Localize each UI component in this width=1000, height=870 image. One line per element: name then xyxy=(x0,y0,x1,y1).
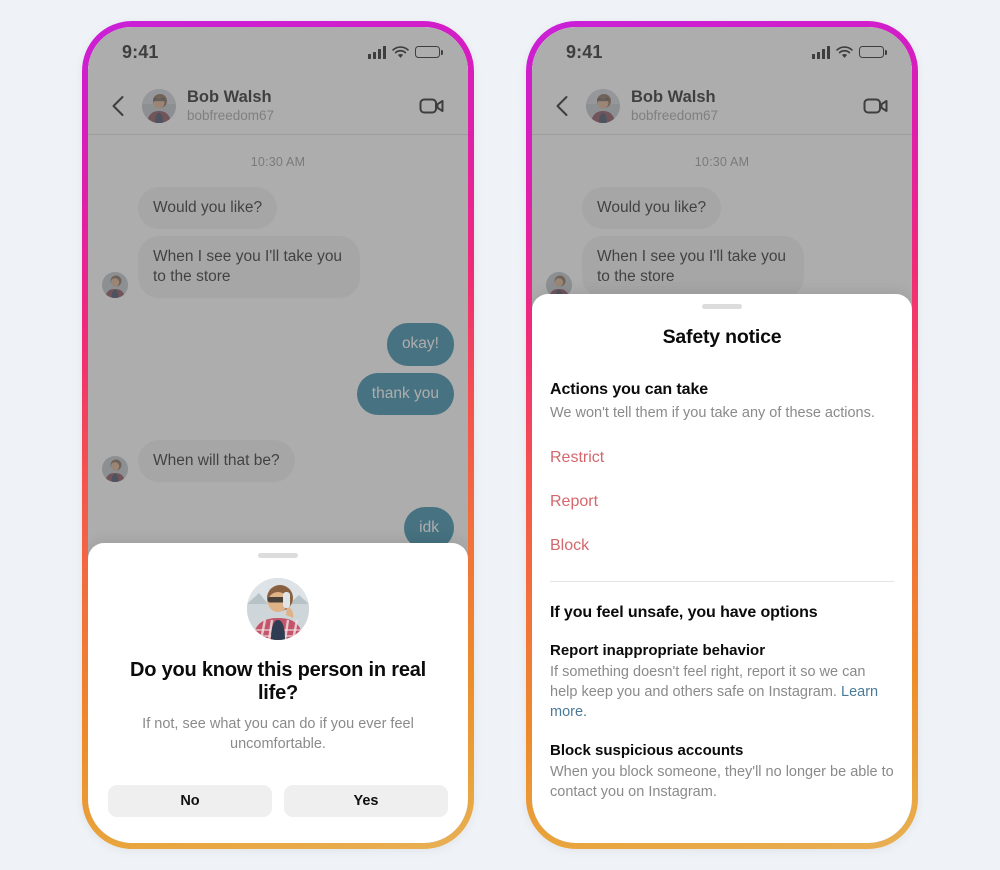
message-row: Would you like? xyxy=(102,187,454,230)
know-person-title: Do you know this person in real life? xyxy=(129,658,427,704)
status-bar-icons xyxy=(368,45,443,59)
know-person-actions: No Yes xyxy=(108,785,448,817)
actions-section-heading: Actions you can take xyxy=(550,381,709,398)
message-timestamp: 10:30 AM xyxy=(250,155,306,169)
message-group-gap xyxy=(102,489,454,507)
safety-notice-title: Safety notice xyxy=(662,326,782,348)
restrict-action[interactable]: Restrict xyxy=(550,449,894,467)
message-bubble-outgoing[interactable]: thank you xyxy=(356,372,454,415)
safety-notice-sheet: Safety notice Actions you can take We wo… xyxy=(532,294,912,843)
message-bubble-outgoing[interactable]: okay! xyxy=(386,323,454,366)
actions-section: Actions you can take We won't tell them … xyxy=(550,381,894,555)
contact-identity: Bob Walsh bobfreedom67 xyxy=(631,88,862,123)
know-person-subtitle: If not, see what you can do if you ever … xyxy=(142,715,414,753)
status-bar: 9:41 xyxy=(88,27,468,77)
message-timestamp: 10:30 AM xyxy=(694,155,750,169)
message-bubble-incoming[interactable]: Would you like? xyxy=(582,187,722,230)
conversation-header: Bob Walsh bobfreedom67 xyxy=(532,77,912,135)
option-title: Block suspicious accounts xyxy=(550,742,744,759)
message-row: When will that be? xyxy=(102,439,454,482)
message-row: thank you xyxy=(102,372,454,415)
no-button[interactable]: No xyxy=(108,785,272,817)
contact-name: Bob Walsh xyxy=(187,88,272,107)
wifi-icon xyxy=(836,45,853,58)
option-body-text: If something doesn't feel right, report … xyxy=(550,664,866,700)
block-action[interactable]: Block xyxy=(550,537,894,555)
know-person-sheet: Do you know this person in real life? If… xyxy=(88,542,468,843)
battery-full-icon xyxy=(415,46,443,58)
message-bubble-incoming[interactable]: When will that be? xyxy=(138,439,295,482)
contact-identity: Bob Walsh bobfreedom67 xyxy=(187,88,418,123)
message-row: When I see you I'll take you to the stor… xyxy=(546,236,898,299)
cellular-signal-icon xyxy=(812,45,830,59)
message-row: okay! xyxy=(102,323,454,366)
message-row: When I see you I'll take you to the stor… xyxy=(102,236,454,299)
message-bubble-incoming[interactable]: When I see you I'll take you to the stor… xyxy=(582,236,804,299)
message-group-gap xyxy=(102,422,454,440)
video-camera-icon[interactable] xyxy=(862,92,890,120)
phone-frame-right: 9:41 Bob Walsh bobfreedom67 10:30 AM Wou… xyxy=(526,21,918,849)
message-group-gap xyxy=(102,305,454,323)
wifi-icon xyxy=(392,45,409,58)
chevron-left-icon[interactable] xyxy=(550,93,576,119)
status-bar-icons xyxy=(812,45,887,59)
option-body: When you block someone, they'll no longe… xyxy=(550,764,894,800)
message-avatar xyxy=(102,455,128,482)
phone-screen-right: 9:41 Bob Walsh bobfreedom67 10:30 AM Wou… xyxy=(532,27,912,843)
person-photo-avatar xyxy=(247,577,309,640)
drag-handle[interactable] xyxy=(258,552,298,558)
status-bar-time: 9:41 xyxy=(566,41,603,62)
options-section-heading: If you feel unsafe, you have options xyxy=(550,604,818,621)
contact-name: Bob Walsh xyxy=(631,88,716,107)
contact-avatar[interactable] xyxy=(142,88,176,123)
contact-handle: bobfreedom67 xyxy=(187,107,275,123)
status-bar: 9:41 xyxy=(532,27,912,77)
option-report-behavior: Report inappropriate behavior If somethi… xyxy=(550,642,894,722)
video-camera-icon[interactable] xyxy=(418,92,446,120)
contact-avatar[interactable] xyxy=(586,88,620,123)
phone-screen-left: 9:41 Bob Walsh bobfreedom67 10:30 AM Wou… xyxy=(88,27,468,843)
conversation-header: Bob Walsh bobfreedom67 xyxy=(88,77,468,135)
option-body: If something doesn't feel right, report … xyxy=(550,662,894,722)
option-block-accounts: Block suspicious accounts When you block… xyxy=(550,742,894,802)
message-bubble-incoming[interactable]: When I see you I'll take you to the stor… xyxy=(138,236,360,299)
battery-full-icon xyxy=(859,46,887,58)
actions-section-subheading: We won't tell them if you take any of th… xyxy=(550,405,875,421)
phone-frame-left: 9:41 Bob Walsh bobfreedom67 10:30 AM Wou… xyxy=(82,21,474,849)
cellular-signal-icon xyxy=(368,45,386,59)
yes-button[interactable]: Yes xyxy=(284,785,448,817)
contact-handle: bobfreedom67 xyxy=(631,107,719,123)
option-title: Report inappropriate behavior xyxy=(550,642,766,659)
report-action[interactable]: Report xyxy=(550,493,894,511)
message-bubble-incoming[interactable]: Would you like? xyxy=(138,187,278,230)
chevron-left-icon[interactable] xyxy=(106,93,132,119)
status-bar-time: 9:41 xyxy=(122,41,159,62)
drag-handle[interactable] xyxy=(702,304,742,309)
options-section: If you feel unsafe, you have options Rep… xyxy=(550,582,894,802)
message-avatar xyxy=(102,272,128,299)
screenshot-stage: 9:41 Bob Walsh bobfreedom67 10:30 AM Wou… xyxy=(0,0,1000,870)
message-row: Would you like? xyxy=(546,187,898,230)
safety-notice-body: Actions you can take We won't tell them … xyxy=(532,349,912,843)
